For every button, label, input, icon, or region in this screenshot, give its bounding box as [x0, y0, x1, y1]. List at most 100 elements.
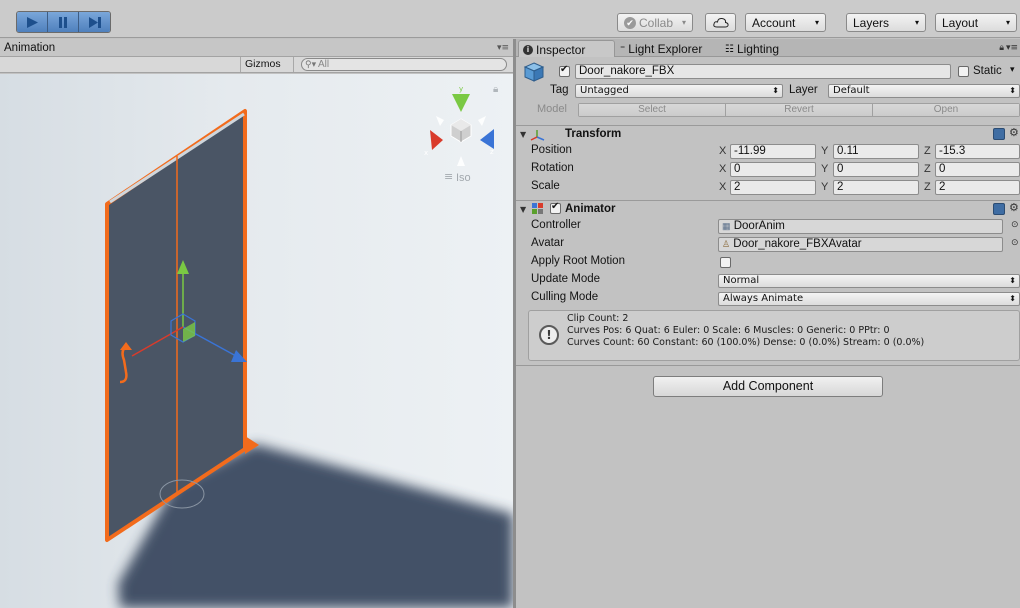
scale-row: Scale X 2 Y 2 Z 2 [516, 179, 1020, 197]
position-x-field[interactable]: -11.99 [730, 144, 816, 159]
account-dropdown[interactable]: Account ▾ [745, 13, 826, 32]
z-axis-label[interactable]: Z [924, 163, 931, 175]
tab-inspector[interactable]: i Inspector [518, 40, 615, 57]
tab-lighting-label: Lighting [736, 42, 780, 56]
y-axis-label[interactable]: Y [821, 163, 828, 175]
orientation-gizmo[interactable]: y z x [424, 85, 494, 166]
chevron-down-icon: ▾ [681, 18, 686, 27]
object-name-field[interactable]: Door_nakore_FBX [575, 64, 951, 79]
rotation-y-field[interactable]: 0 [833, 162, 919, 177]
panel-menu-icon[interactable]: ▾≡ [497, 43, 509, 53]
scale-y-field[interactable]: 2 [833, 180, 919, 195]
tag-value: Untagged [580, 85, 629, 96]
layout-dropdown[interactable]: Layout ▾ [935, 13, 1017, 32]
gear-icon[interactable]: ⚙ [1009, 126, 1019, 139]
animator-header[interactable]: ▼ Animator ⚙ [516, 200, 1020, 217]
scene-toolbar: Gizmos ▾ ⚲▾ All [0, 57, 513, 81]
inspector-lock-icon[interactable]: 🔒︎ [999, 43, 1004, 53]
scene-search-input[interactable]: ⚲▾ All [301, 58, 507, 71]
tab-lighting[interactable]: ☷ Lighting [721, 40, 785, 57]
position-y-value: 0.11 [837, 145, 859, 157]
updown-icon: ⬍ [772, 86, 779, 95]
chevron-down-icon: ▾ [914, 18, 919, 27]
x-axis-label[interactable]: X [719, 163, 726, 175]
controller-label: Controller [531, 219, 581, 231]
updown-icon: ⬍ [1009, 294, 1016, 303]
help-book-icon[interactable] [993, 128, 1005, 140]
scene-canvas: y z x 🔒︎ ≡ [105, 84, 513, 608]
culling-mode-dropdown[interactable]: Always Animate ⬍ [718, 292, 1020, 306]
x-axis-label[interactable]: X [719, 145, 726, 157]
controller-row: Controller ▦ DoorAnim ⊙ [516, 218, 1020, 236]
model-buttons: Select Revert Open [578, 103, 1020, 117]
info-icon: i [523, 44, 533, 55]
object-picker-icon[interactable]: ⊙ [1011, 220, 1019, 230]
model-open-button[interactable]: Open [873, 104, 1019, 116]
static-checkbox[interactable] [958, 66, 969, 77]
rotation-z-field[interactable]: 0 [935, 162, 1020, 177]
z-axis-label[interactable]: Z [924, 181, 931, 193]
model-revert-button[interactable]: Revert [726, 104, 873, 116]
foldout-arrow-icon[interactable]: ▼ [520, 130, 526, 139]
z-axis-label[interactable]: Z [924, 145, 931, 157]
position-y-field[interactable]: 0.11 [833, 144, 919, 159]
chevron-down-icon: ▾ [1005, 18, 1010, 27]
active-checkbox[interactable] [559, 64, 570, 77]
scale-x-field[interactable]: 2 [730, 180, 816, 195]
apply-root-motion-checkbox[interactable] [720, 257, 731, 268]
scene-tab-title[interactable]: Animation [4, 42, 55, 54]
position-row: Position X -11.99 Y 0.11 Z -15.3 [516, 143, 1020, 161]
pause-button[interactable] [48, 12, 79, 32]
play-button[interactable] [17, 12, 48, 32]
step-button[interactable] [79, 12, 110, 32]
iso-label[interactable]: Iso [456, 172, 471, 184]
avatar-value: Door_nakore_FBXAvatar [733, 238, 862, 250]
layer-dropdown[interactable]: Default ⬍ [828, 84, 1020, 98]
iso-lines-icon: ≡ [444, 170, 453, 183]
gear-icon[interactable]: ⚙ [1009, 201, 1019, 214]
avatar-field[interactable]: ♙ Door_nakore_FBXAvatar [718, 237, 1003, 252]
tag-dropdown[interactable]: Untagged ⬍ [575, 84, 783, 98]
x-axis-label[interactable]: X [719, 181, 726, 193]
scale-z-field[interactable]: 2 [935, 180, 1020, 195]
gizmos-label: Gizmos [245, 58, 281, 70]
panel-menu-icon[interactable]: ▾≡ [1006, 43, 1018, 53]
layers-dropdown[interactable]: Layers ▾ [846, 13, 926, 32]
gizmos-dropdown[interactable]: Gizmos ▾ [240, 57, 294, 81]
add-component-button[interactable]: Add Component [653, 376, 883, 397]
collab-button[interactable]: ✔ Collab ▾ [617, 13, 693, 32]
chevron-down-icon[interactable]: ▾ [1010, 65, 1015, 75]
help-book-icon[interactable] [993, 203, 1005, 215]
update-mode-label: Update Mode [531, 273, 601, 285]
object-name-value: Door_nakore_FBX [579, 65, 675, 77]
cloud-button[interactable] [705, 13, 736, 32]
pause-icon [59, 16, 67, 28]
lock-icon[interactable]: 🔒︎ [493, 84, 498, 95]
avatar-row: Avatar ♙ Door_nakore_FBXAvatar ⊙ [516, 236, 1020, 254]
transform-header[interactable]: ▼ Transform ⚙ [516, 125, 1020, 142]
tab-light-explorer[interactable]: ⁼ Light Explorer [616, 40, 708, 57]
tag-label: Tag [550, 84, 569, 96]
update-mode-dropdown[interactable]: Normal ⬍ [718, 274, 1020, 288]
model-select-button[interactable]: Select [579, 104, 726, 116]
object-picker-icon[interactable]: ⊙ [1011, 238, 1019, 248]
position-z-field[interactable]: -15.3 [935, 144, 1020, 159]
controller-value: DoorAnim [733, 220, 785, 232]
animator-enabled-checkbox[interactable] [550, 201, 561, 214]
controller-field[interactable]: ▦ DoorAnim [718, 219, 1003, 234]
rotation-x-field[interactable]: 0 [730, 162, 816, 177]
foldout-arrow-icon[interactable]: ▼ [520, 205, 526, 214]
updown-icon: ⬍ [1009, 276, 1016, 285]
main-toolbar: ✔ Collab ▾ Account ▾ Layers ▾ Layout ▾ [0, 0, 1020, 38]
info-bubble-icon: ! [539, 325, 559, 345]
y-axis-label[interactable]: Y [821, 181, 828, 193]
rotation-label: Rotation [531, 162, 574, 174]
avatar-label: Avatar [531, 237, 565, 249]
scene-viewport[interactable]: y z x 🔒︎ ≡ Iso [0, 74, 513, 608]
scale-y-value: 2 [837, 181, 844, 193]
transform-icon [530, 130, 545, 141]
inspector-tab-bar: i Inspector ⁼ Light Explorer ☷ Lighting … [516, 39, 1020, 57]
y-axis-label[interactable]: Y [821, 145, 828, 157]
animator-title: Animator [565, 203, 616, 215]
check-icon: ✔ [624, 16, 636, 29]
